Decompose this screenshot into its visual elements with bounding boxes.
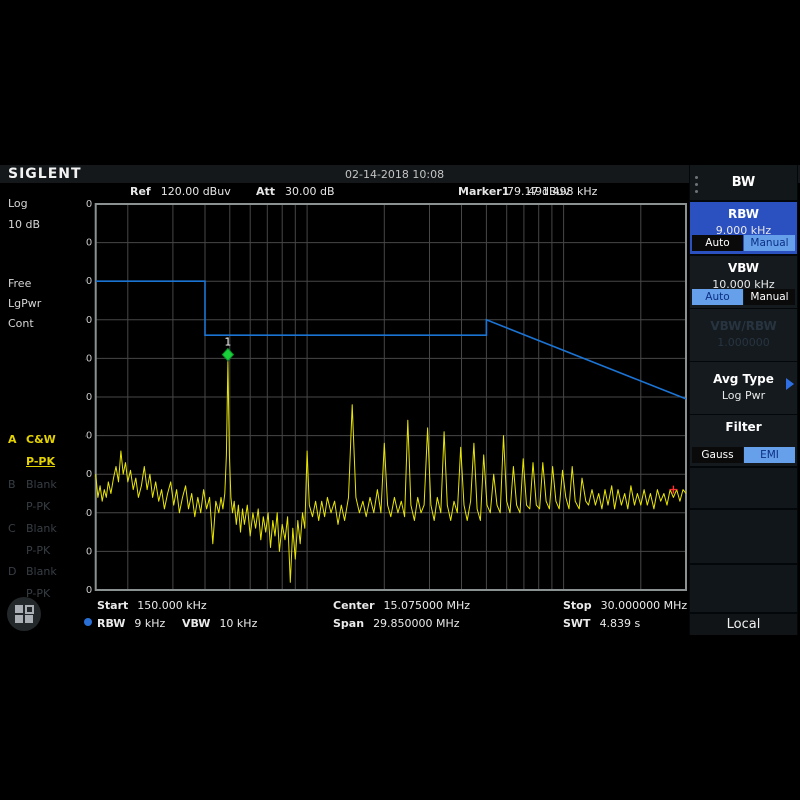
- scale-per-div-label: 10 dB: [8, 218, 40, 231]
- trace-b-row: BBlank: [8, 478, 57, 491]
- svg-text:90: 90: [85, 315, 92, 326]
- menu-dots-icon: [695, 172, 698, 197]
- vbw-rbw-value: 1.000000: [690, 333, 797, 349]
- sweep-mode-label: Cont: [8, 317, 34, 330]
- amplitude-scale-label: Log: [8, 197, 28, 210]
- trace-c-detector: P-PK: [26, 544, 50, 557]
- avg-type-value: Log Pwr: [690, 386, 797, 402]
- svg-text:60: 60: [85, 431, 92, 442]
- filter-emi-button[interactable]: EMI: [744, 447, 795, 463]
- menu-item-empty-2: [690, 510, 797, 563]
- trace-b-detector: P-PK: [26, 500, 50, 513]
- rbw-auto-button[interactable]: Auto: [692, 235, 743, 251]
- rbw-readout: RBW9 kHz: [97, 617, 165, 630]
- vbw-readout: VBW10 kHz: [182, 617, 257, 630]
- soft-menu-panel: BW RBW 9.000 kHz Auto Manual VBW 10.000 …: [689, 165, 798, 635]
- svg-text:1: 1: [224, 336, 231, 349]
- local-status-bar[interactable]: Local: [690, 614, 797, 635]
- rbw-title: RBW: [690, 202, 797, 221]
- svg-text:30: 30: [85, 546, 92, 557]
- menu-item-filter[interactable]: Filter Gauss EMI: [690, 415, 797, 466]
- trace-a-detector: P-PK: [26, 455, 55, 468]
- menu-item-empty-3: [690, 565, 797, 612]
- menu-title: BW: [690, 165, 797, 200]
- center-freq-readout: Center15.075000 MHz: [333, 599, 470, 612]
- filter-gauss-button[interactable]: Gauss: [692, 447, 743, 463]
- menu-header: BW: [690, 165, 797, 200]
- vbw-title: VBW: [690, 256, 797, 275]
- start-freq-readout: Start150.000 kHz: [97, 599, 207, 612]
- trace-d-row: DBlank: [8, 565, 57, 578]
- span-readout: Span29.850000 MHz: [333, 617, 460, 630]
- menu-item-empty-1: [690, 468, 797, 508]
- datetime-label: 02-14-2018 10:08: [345, 168, 444, 181]
- rbw-manual-button[interactable]: Manual: [744, 235, 795, 251]
- spectrum-plot: 20 30 40 50 60 70 80 90 100 110 120 1: [85, 196, 691, 598]
- svg-text:20: 20: [85, 585, 92, 596]
- svg-text:80: 80: [85, 353, 92, 364]
- vbw-auto-button[interactable]: Auto: [692, 289, 743, 305]
- analyzer-screen: SIGLENT 02-14-2018 10:08 Ref120.00 dBuv …: [0, 0, 800, 800]
- trace-c-row: CBlank: [8, 522, 57, 535]
- trigger-mode-label: Free: [8, 277, 31, 290]
- rbw-coupled-indicator: [84, 618, 92, 626]
- filter-title: Filter: [690, 415, 797, 434]
- svg-text:120: 120: [85, 199, 92, 210]
- swt-readout: SWT4.839 s: [563, 617, 640, 630]
- menu-item-vbw[interactable]: VBW 10.000 kHz Auto Manual: [690, 256, 797, 308]
- brand-logo: SIGLENT: [8, 166, 82, 182]
- trace-a-row: AC&W: [8, 433, 56, 446]
- svg-text:110: 110: [85, 238, 92, 249]
- submenu-arrow-icon: [786, 378, 794, 390]
- menu-item-vbw-rbw: VBW/RBW 1.000000: [690, 309, 797, 361]
- svg-text:70: 70: [85, 392, 92, 403]
- svg-text:100: 100: [85, 276, 92, 287]
- top-bar: SIGLENT 02-14-2018 10:08: [0, 165, 800, 183]
- svg-text:50: 50: [85, 469, 92, 480]
- avg-type-title: Avg Type: [690, 362, 797, 386]
- vbw-manual-button[interactable]: Manual: [744, 289, 795, 305]
- menu-item-avg-type[interactable]: Avg Type Log Pwr: [690, 362, 797, 414]
- vbw-rbw-title: VBW/RBW: [690, 309, 797, 333]
- display-area: SIGLENT 02-14-2018 10:08 Ref120.00 dBuv …: [0, 165, 800, 635]
- menu-item-rbw[interactable]: RBW 9.000 kHz Auto Manual: [690, 202, 797, 254]
- stop-freq-readout: Stop30.000000 MHz: [563, 599, 687, 612]
- grid-menu-icon[interactable]: [7, 597, 41, 631]
- avg-type-label: LgPwr: [8, 297, 41, 310]
- svg-text:40: 40: [85, 508, 92, 519]
